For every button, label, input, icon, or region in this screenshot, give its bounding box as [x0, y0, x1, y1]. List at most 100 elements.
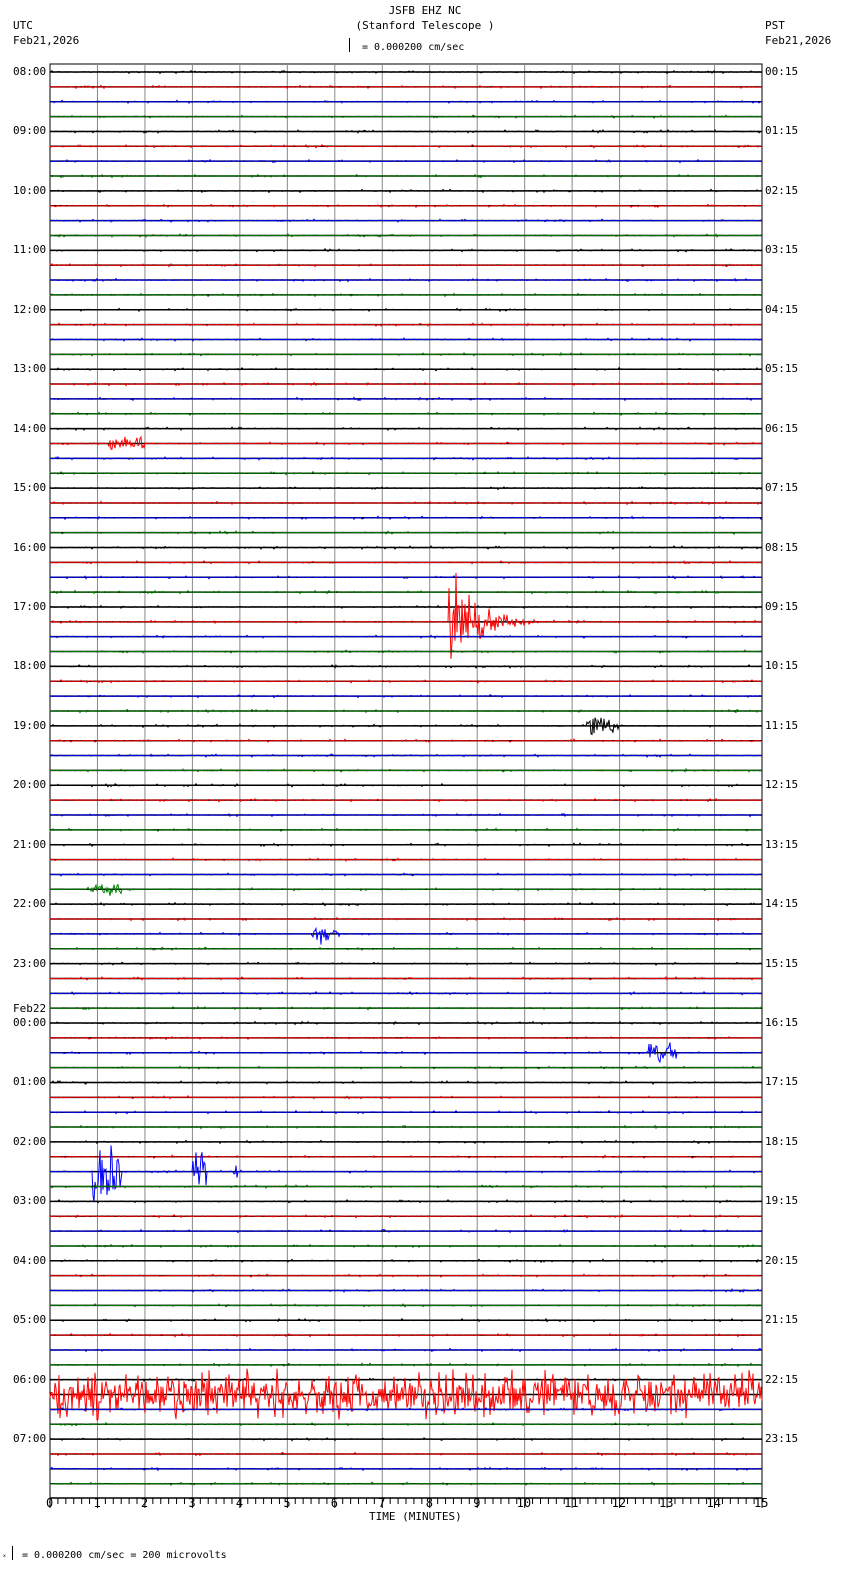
utc-hour-label: 10:00: [13, 183, 47, 197]
seismic-trace: [49, 604, 763, 610]
seismic-trace: [49, 218, 762, 223]
x-tick-label: 8: [425, 1496, 433, 1510]
seismic-trace: [49, 277, 763, 283]
seismic-trace: [49, 1109, 763, 1115]
seismic-trace: [49, 857, 763, 862]
x-tick-label: 6: [330, 1496, 339, 1510]
pst-hour-label: 15:15: [765, 956, 799, 970]
seismic-trace: [49, 1332, 763, 1338]
x-tick-label: 15: [754, 1496, 769, 1510]
seismic-trace: [49, 366, 763, 372]
utc-hour-label: 00:00: [13, 1016, 47, 1030]
pst-hour-label: 12:15: [765, 778, 799, 792]
x-tick-label: 4: [235, 1496, 244, 1510]
seismic-trace: [49, 1124, 763, 1130]
utc-hour-label: 23:00: [13, 956, 47, 970]
seismic-trace: [49, 1005, 763, 1011]
seismic-trace: [49, 1368, 763, 1421]
seismic-trace: [49, 1139, 762, 1145]
seismic-trace: [49, 263, 763, 268]
x-tick-label: 13: [659, 1496, 674, 1510]
seismic-trace: [49, 99, 762, 105]
seismic-trace: [49, 1317, 763, 1323]
footer-scale-bar-icon: [12, 1546, 15, 1560]
plot-frame: [49, 63, 763, 1499]
utc-hour-label: 13:00: [13, 362, 47, 376]
seismic-trace: [49, 1065, 763, 1071]
seismic-trace: [49, 1451, 763, 1457]
utc-hour-label: 05:00: [13, 1313, 47, 1327]
seismic-trace: [49, 143, 762, 149]
helicorder-plot: [49, 63, 763, 1508]
x-tick-label: 10: [516, 1496, 532, 1510]
seismic-trace: [49, 69, 763, 75]
pst-hour-label: 17:15: [765, 1075, 799, 1089]
pst-hour-label: 04:15: [765, 302, 799, 316]
utc-hour-label: 14:00: [13, 421, 47, 435]
seismic-trace: [49, 411, 763, 417]
utc-hour-label: 17:00: [13, 599, 47, 613]
seismic-trace: [49, 1436, 763, 1442]
pst-hour-label: 19:15: [765, 1194, 799, 1208]
pst-hour-label: 16:15: [765, 1016, 799, 1030]
utc-hour-label: 11:00: [13, 243, 47, 257]
utc-hour-label: 18:00: [13, 659, 47, 673]
pst-hour-label: 22:15: [765, 1372, 799, 1386]
footer-scale-mark: ₓ: [2, 1550, 7, 1559]
seismic-trace: [49, 1362, 762, 1368]
seismic-trace: [49, 1198, 763, 1204]
x-tick-label: 1: [93, 1496, 101, 1510]
pst-hour-label: 05:15: [765, 362, 799, 376]
seismic-trace: [49, 530, 763, 536]
utc-hour-label: 22:00: [13, 897, 47, 911]
seismic-trace: [49, 455, 763, 461]
x-tick-label: 3: [188, 1496, 196, 1510]
x-axis-label: TIME (MINUTES): [369, 1510, 462, 1523]
pst-hour-label: 21:15: [765, 1313, 799, 1327]
seismic-trace: [49, 1303, 763, 1308]
pst-hour-label: 20:15: [765, 1253, 799, 1267]
utc-hour-label: 16:00: [13, 540, 47, 554]
seismic-trace: [49, 1228, 763, 1234]
seismic-trace: [49, 114, 763, 119]
seismic-trace: [49, 1145, 763, 1203]
seismic-trace: [49, 1287, 763, 1294]
seismic-trace: [49, 173, 763, 179]
pst-hour-label: 03:15: [765, 243, 799, 257]
utc-hour-label: 12:00: [13, 302, 47, 316]
seismic-trace: [49, 883, 763, 896]
seismic-trace: [49, 572, 763, 659]
utc-hour-label: 06:00: [13, 1372, 47, 1386]
utc-hour-label: 19:00: [13, 718, 47, 732]
seismic-trace: [49, 649, 763, 654]
pst-hour-label: 23:15: [765, 1432, 799, 1446]
seismic-trace: [49, 1421, 763, 1427]
seismic-trace: [49, 500, 763, 506]
footer-scale-note: = 0.000200 cm/sec = 200 microvolts: [22, 1550, 227, 1561]
pst-hour-label: 14:15: [765, 897, 799, 911]
seismic-trace: [49, 589, 763, 595]
seismic-trace: [49, 1079, 763, 1085]
seismic-trace: [49, 1347, 763, 1353]
x-tick-label: 11: [564, 1496, 579, 1510]
seismic-trace: [49, 381, 763, 387]
x-tick-label: 7: [378, 1496, 386, 1510]
seismic-trace: [49, 679, 763, 684]
utc-hour-label: 07:00: [13, 1432, 47, 1446]
utc-hour-label: 15:00: [13, 481, 47, 495]
seismic-trace: [49, 1213, 763, 1219]
seismic-trace: [49, 337, 763, 342]
seismic-trace: [49, 767, 762, 773]
utc-hour-label: 02:00: [13, 1134, 47, 1148]
seismic-trace: [49, 901, 763, 907]
seismic-trace: [49, 842, 763, 848]
pst-hour-label: 06:15: [765, 421, 799, 435]
pst-hour-label: 00:15: [765, 65, 799, 78]
pst-hour-label: 01:15: [765, 124, 799, 138]
x-tick-label: 9: [473, 1496, 481, 1510]
pst-hour-label: 18:15: [765, 1134, 799, 1148]
seismic-trace: [49, 1184, 763, 1189]
pst-hour-label: 07:15: [765, 481, 799, 495]
seismic-trace: [49, 926, 763, 945]
utc-hour-label: 21:00: [13, 837, 47, 851]
